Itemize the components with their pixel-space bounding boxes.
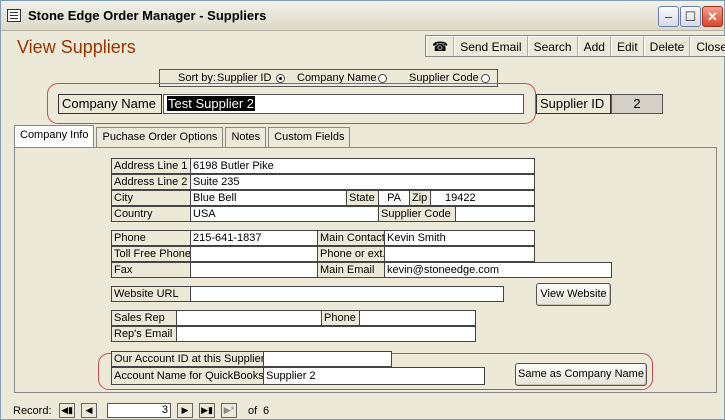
record-navigator: Record: ◀▮ ◀ 3 ▶ ▶▮ ▶* of 6 xyxy=(1,400,724,420)
state-field[interactable]: PA xyxy=(378,190,410,206)
sales-rep-field[interactable] xyxy=(176,310,322,326)
record-number-input[interactable]: 3 xyxy=(107,403,171,418)
app-window: Stone Edge Order Manager - Suppliers ‒ ☐… xyxy=(0,0,725,420)
state-label: State xyxy=(346,190,379,206)
address1-label: Address Line 1 xyxy=(111,158,191,174)
close-window-button[interactable]: ✕ xyxy=(702,6,723,27)
website-field[interactable] xyxy=(190,286,504,302)
account-id-field[interactable] xyxy=(263,351,392,367)
record-of-label: of xyxy=(248,405,258,417)
record-label: Record: xyxy=(13,405,52,417)
phone-ext-field[interactable] xyxy=(384,246,535,262)
rep-email-label: Rep's Email xyxy=(111,326,177,342)
rep-email-field[interactable] xyxy=(176,326,476,342)
tab-purchase-order-options[interactable]: Puchase Order Options xyxy=(96,127,224,147)
page-title: View Suppliers xyxy=(17,37,136,57)
supplier-id-label: Supplier ID xyxy=(536,94,611,114)
sales-rep-phone-field[interactable] xyxy=(359,310,476,326)
account-qb-label: Account Name for QuickBooks xyxy=(111,367,264,385)
sort-company-name-radio[interactable] xyxy=(378,74,387,83)
title-bar: Stone Edge Order Manager - Suppliers ‒ ☐… xyxy=(1,1,724,31)
edit-button[interactable]: Edit xyxy=(610,36,644,56)
phone-icon[interactable]: ☎ xyxy=(426,36,455,56)
supplier-id-field: 2 xyxy=(611,94,663,114)
account-qb-field[interactable]: Supplier 2 xyxy=(263,367,485,385)
city-field[interactable]: Blue Bell xyxy=(190,190,347,206)
main-contact-label: Main Contact xyxy=(317,230,385,246)
website-label: Website URL xyxy=(111,286,191,302)
supplier-code-field[interactable] xyxy=(455,206,535,222)
country-field[interactable]: USA xyxy=(190,206,379,222)
supplier-code-label: Supplier Code xyxy=(378,206,456,222)
toll-free-field[interactable] xyxy=(190,246,318,262)
country-label: Country xyxy=(111,206,191,222)
last-record-button[interactable]: ▶▮ xyxy=(199,403,215,418)
tab-notes[interactable]: Notes xyxy=(225,127,267,147)
address2-field[interactable]: Suite 235 xyxy=(190,174,535,190)
main-contact-field[interactable]: Kevin Smith xyxy=(384,230,535,246)
sales-rep-phone-label: Phone xyxy=(321,310,360,326)
address2-label: Address Line 2 xyxy=(111,174,191,190)
search-button[interactable]: Search xyxy=(527,36,578,56)
maximize-button[interactable]: ☐ xyxy=(680,6,701,27)
company-name-field[interactable]: Test Supplier 2 xyxy=(163,94,524,114)
tab-custom-fields[interactable]: Custom Fields xyxy=(268,127,351,147)
fax-field[interactable] xyxy=(190,262,318,278)
main-email-field[interactable]: kevin@stoneedge.com xyxy=(384,262,612,278)
send-email-button[interactable]: Send Email xyxy=(454,36,528,56)
form-icon xyxy=(7,9,21,22)
tab-company-info[interactable]: Company Info xyxy=(14,125,95,147)
company-info-panel: Address Line 1 6198 Butler Pike Address … xyxy=(14,147,717,393)
next-record-button[interactable]: ▶ xyxy=(177,403,193,418)
window-title: Stone Edge Order Manager - Suppliers xyxy=(28,8,267,23)
toll-free-label: Toll Free Phone xyxy=(111,246,191,262)
add-button[interactable]: Add xyxy=(577,36,611,56)
minimize-button[interactable]: ‒ xyxy=(658,6,679,27)
sort-supplier-code-radio[interactable] xyxy=(481,74,490,83)
company-name-value: Test Supplier 2 xyxy=(167,96,255,111)
main-email-label: Main Email xyxy=(317,262,385,278)
close-button[interactable]: Close xyxy=(690,36,725,56)
account-id-label: Our Account ID at this Supplier xyxy=(111,351,264,367)
same-as-company-button[interactable]: Same as Company Name xyxy=(515,363,647,386)
city-label: City xyxy=(111,190,191,206)
delete-button[interactable]: Delete xyxy=(643,36,691,56)
address1-field[interactable]: 6198 Butler Pike xyxy=(190,158,535,174)
view-website-button[interactable]: View Website xyxy=(536,283,611,306)
phone-label: Phone xyxy=(111,230,191,246)
phone-field[interactable]: 215-641-1837 xyxy=(190,230,318,246)
zip-field[interactable]: 19422 xyxy=(430,190,535,206)
toolbar: ☎ Send Email Search Add Edit Delete Clos… xyxy=(425,35,725,57)
zip-label: Zip xyxy=(409,190,431,206)
company-name-label: Company Name xyxy=(58,94,162,114)
previous-record-button[interactable]: ◀ xyxy=(81,403,97,418)
fax-label: Fax xyxy=(111,262,191,278)
phone-ext-label: Phone or ext. xyxy=(317,246,385,262)
new-record-button[interactable]: ▶* xyxy=(221,403,237,418)
tab-strip: Company Info Puchase Order Options Notes… xyxy=(14,125,352,147)
sort-supplier-id-radio[interactable] xyxy=(276,74,285,83)
sales-rep-label: Sales Rep xyxy=(111,310,177,326)
first-record-button[interactable]: ◀▮ xyxy=(59,403,75,418)
record-total: 6 xyxy=(263,405,270,417)
